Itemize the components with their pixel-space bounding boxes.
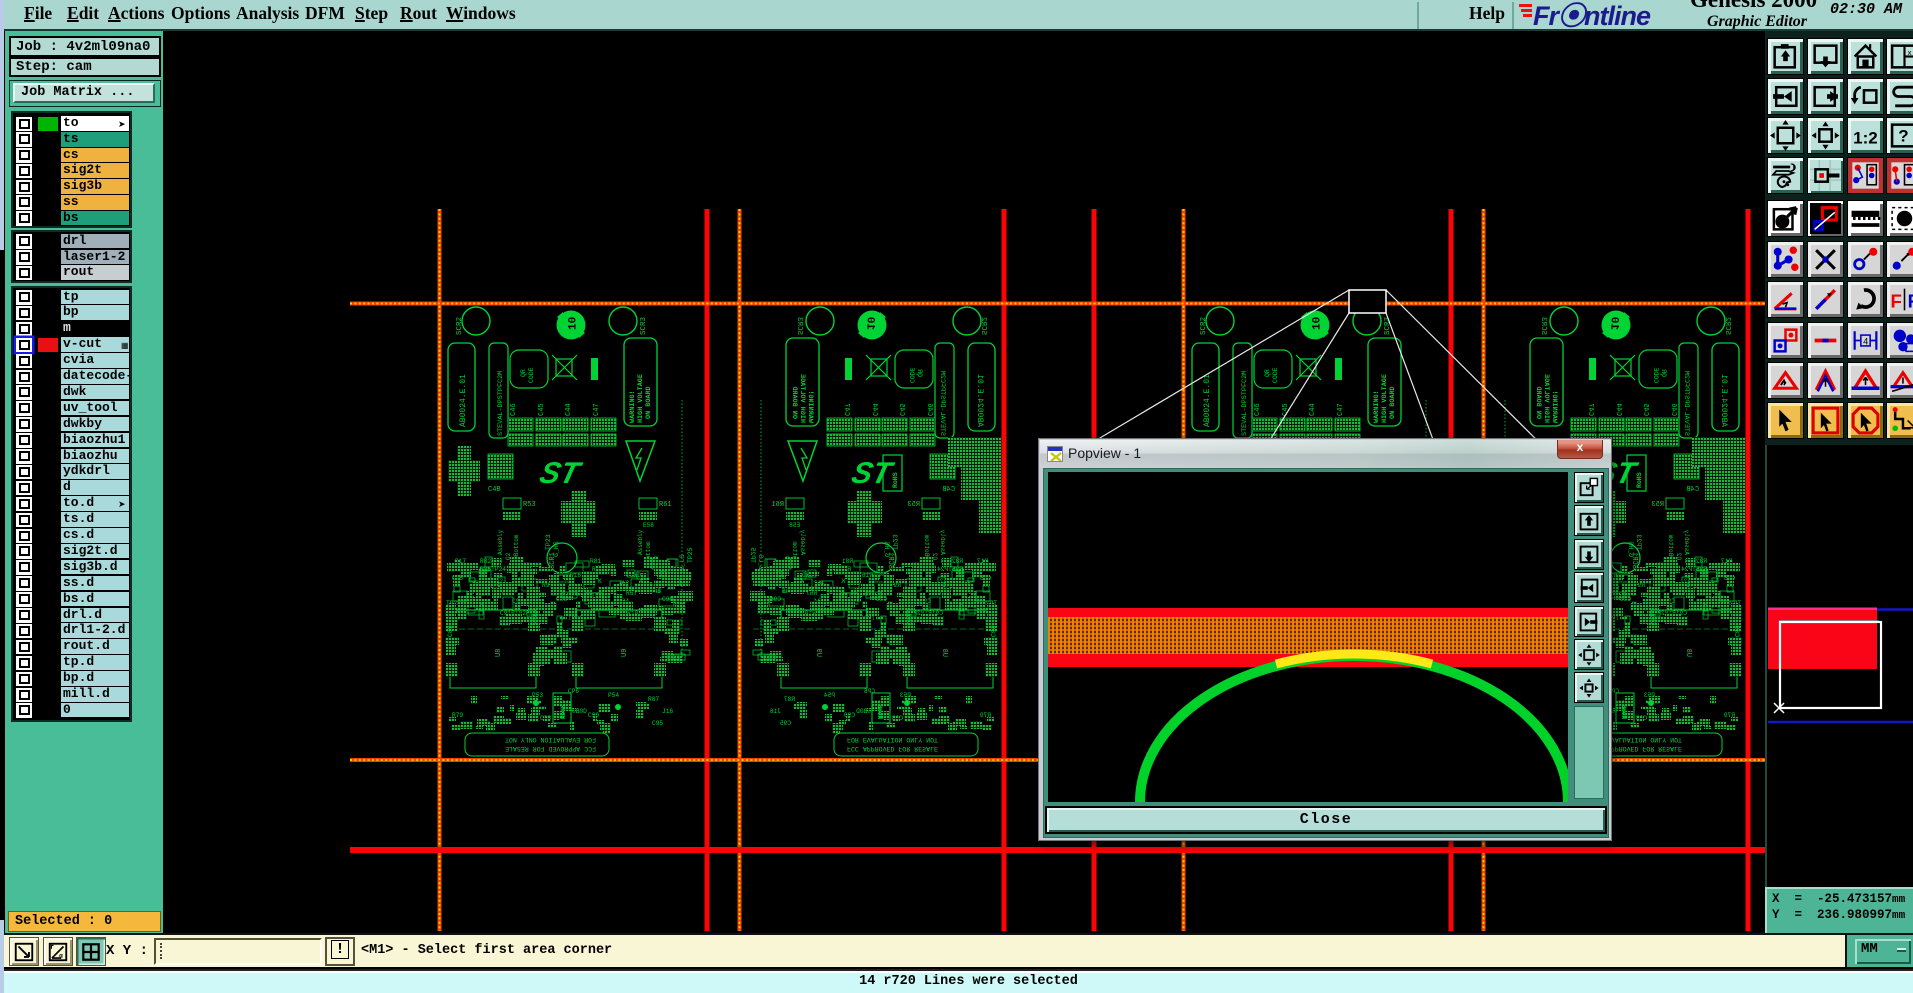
svg-text:4: 4 (1863, 336, 1868, 346)
svg-text:F: F (1891, 290, 1902, 311)
svg-text:x: x (1908, 48, 1912, 57)
svg-text:RoHS: RoHS (1636, 472, 1643, 488)
svg-text:RoHS: RoHS (892, 472, 899, 488)
svg-text:R: R (1908, 290, 1913, 311)
svg-text:?: ? (1898, 127, 1908, 146)
svg-text:α: α (59, 953, 63, 959)
svg-text:1:2: 1:2 (1853, 128, 1878, 147)
